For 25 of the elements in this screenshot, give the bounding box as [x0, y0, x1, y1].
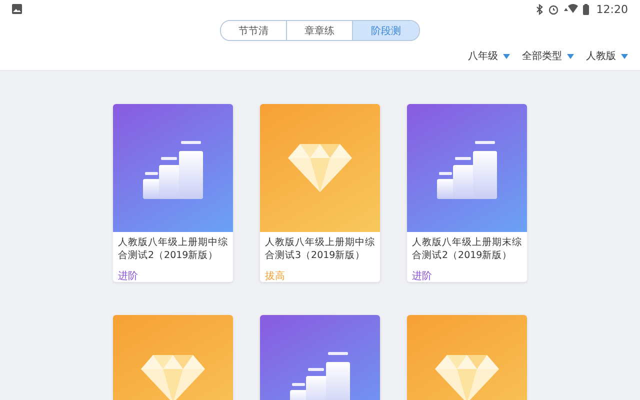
battery-icon — [583, 4, 590, 14]
tab[interactable]: 节节清 — [221, 21, 287, 40]
card-title: 人教版八年级上册期中综合测试3（2019新版） — [265, 236, 375, 262]
clock-time: 12:20 — [596, 2, 628, 16]
diamond-icon — [141, 355, 205, 400]
filter-dropdown[interactable]: 人教版 — [584, 47, 630, 65]
alarm-icon — [548, 4, 560, 14]
caret-icon — [503, 54, 510, 58]
caret-icon — [567, 54, 574, 58]
diamond-icon — [435, 355, 499, 400]
test-card[interactable]: 人教版八年级上册期末综合测试2（2019新版） 进阶 — [407, 104, 527, 282]
level-tag: 进阶 — [118, 269, 228, 282]
test-card[interactable]: 人教版八年级上册期中综合测试3（2019新版） 拔高 — [260, 104, 380, 282]
test-card[interactable]: 人教版八年级上册期中综合测试2（2019新版） 进阶 — [113, 104, 233, 282]
caret-icon — [621, 54, 628, 58]
image-icon — [12, 4, 22, 14]
card-title: 人教版八年级上册期末综合测试2（2019新版） — [412, 236, 522, 262]
filter-dropdown[interactable]: 八年级 — [466, 47, 512, 65]
level-tag: 拔高 — [265, 269, 375, 282]
filter-dropdown[interactable]: 全部类型 — [520, 47, 576, 65]
card-title: 人教版八年级上册期中综合测试2（2019新版） — [118, 236, 228, 262]
diamond-icon — [288, 144, 352, 192]
wifi-icon — [564, 4, 578, 14]
level-tag: 进阶 — [412, 269, 522, 282]
bluetooth-icon — [536, 4, 544, 14]
